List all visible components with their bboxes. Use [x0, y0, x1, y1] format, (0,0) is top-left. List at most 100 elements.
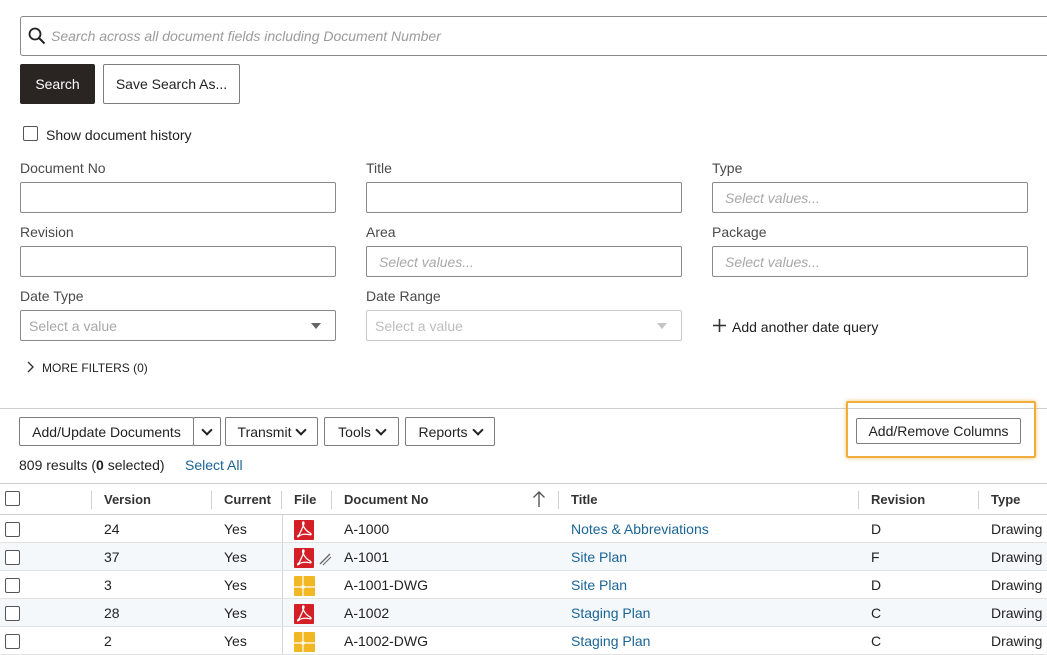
package-placeholder: Select values...	[725, 254, 820, 270]
table-row[interactable]: 28 Yes A-1002 Staging Plan C Drawing	[0, 599, 1047, 627]
type-label: Type	[712, 160, 743, 176]
package-label: Package	[712, 224, 767, 240]
selected-suffix: selected)	[103, 457, 165, 473]
select-all-link[interactable]: Select All	[185, 457, 243, 473]
add-update-dropdown-button[interactable]	[193, 417, 221, 446]
dwg-file-icon[interactable]	[294, 632, 315, 652]
chevron-down-icon	[295, 423, 308, 436]
column-header-file[interactable]: File	[294, 484, 316, 515]
chevron-down-icon	[375, 423, 387, 436]
title-label: Title	[366, 160, 392, 176]
column-header-title[interactable]: Title	[571, 484, 598, 515]
date-range-select[interactable]: Select a value	[366, 310, 682, 341]
pdf-file-icon[interactable]	[294, 520, 314, 540]
add-update-documents-button[interactable]: Add/Update Documents	[19, 417, 194, 446]
cell-version: 24	[104, 521, 120, 537]
pdf-file-icon[interactable]	[294, 604, 314, 624]
column-header-document-no[interactable]: Document No	[344, 484, 429, 515]
cell-current: Yes	[224, 521, 247, 537]
save-search-button[interactable]: Save Search As...	[103, 64, 240, 104]
add-date-query-label: Add another date query	[732, 319, 879, 335]
history-label: Show document history	[46, 127, 192, 143]
cell-revision: F	[871, 549, 880, 565]
more-filters-label: MORE FILTERS (0)	[42, 361, 148, 375]
revision-input[interactable]	[20, 246, 336, 277]
row-checkbox[interactable]	[5, 634, 20, 649]
column-separator	[281, 491, 282, 509]
cell-current: Yes	[224, 549, 247, 565]
cell-document-no: A-1001	[344, 549, 390, 565]
date-type-label: Date Type	[20, 288, 84, 304]
chevron-down-icon	[201, 423, 213, 436]
column-header-current[interactable]: Current	[224, 484, 271, 515]
search-button[interactable]: Search	[20, 64, 95, 104]
dropdown-caret-icon	[657, 323, 667, 329]
search-bar[interactable]	[20, 16, 1047, 56]
cell-type: Drawing	[991, 521, 1043, 537]
transmit-button[interactable]: Transmit	[225, 417, 318, 446]
results-count-suffix: results (	[42, 457, 97, 473]
area-multiselect[interactable]: Select values...	[366, 246, 682, 277]
cell-version: 3	[104, 577, 112, 593]
table-row[interactable]: 2 Yes A-1002-DWG Staging Plan C Drawing	[0, 627, 1047, 655]
chevron-right-icon	[26, 360, 34, 376]
date-type-placeholder: Select a value	[29, 318, 117, 334]
type-placeholder: Select values...	[725, 190, 820, 206]
cell-version: 28	[104, 605, 120, 621]
dwg-file-icon[interactable]	[294, 576, 315, 596]
add-date-query-button[interactable]: Add another date query	[712, 318, 878, 336]
date-range-placeholder: Select a value	[375, 318, 463, 334]
reports-button[interactable]: Reports	[405, 417, 495, 446]
history-checkbox[interactable]	[23, 126, 38, 141]
row-checkbox[interactable]	[5, 550, 20, 565]
table-header: Version Current File Document No Title R…	[0, 483, 1047, 515]
cell-document-no: A-1002	[344, 605, 390, 621]
search-icon	[28, 27, 46, 48]
results-count: 809	[19, 457, 43, 473]
row-checkbox[interactable]	[5, 606, 20, 621]
column-separator	[91, 491, 92, 509]
area-placeholder: Select values...	[379, 254, 474, 270]
search-input[interactable]	[49, 25, 1029, 47]
type-multiselect[interactable]: Select values...	[712, 182, 1028, 213]
column-divider	[282, 515, 283, 542]
results-summary: 809 results (0 selected)	[19, 457, 165, 473]
more-filters-toggle[interactable]: MORE FILTERS (0)	[26, 360, 148, 376]
table-row[interactable]: 24 Yes A-1000 Notes & Abbreviations D Drawing	[0, 515, 1047, 543]
column-header-type[interactable]: Type	[991, 484, 1020, 515]
package-multiselect[interactable]: Select values...	[712, 246, 1028, 277]
column-header-revision[interactable]: Revision	[871, 484, 925, 515]
cell-document-no: A-1002-DWG	[344, 633, 429, 649]
date-type-select[interactable]: Select a value	[20, 310, 336, 341]
cell-type: Drawing	[991, 549, 1043, 565]
cell-revision: D	[871, 521, 882, 537]
sort-ascending-icon[interactable]	[532, 490, 546, 511]
date-range-label: Date Range	[366, 288, 441, 304]
cell-version: 37	[104, 549, 120, 565]
cell-title-link[interactable]: Staging Plan	[571, 599, 650, 627]
cell-revision: D	[871, 577, 882, 593]
add-remove-columns-button[interactable]: Add/Remove Columns	[856, 418, 1021, 444]
column-header-version[interactable]: Version	[104, 484, 151, 515]
row-checkbox[interactable]	[5, 522, 20, 537]
cell-title-link[interactable]: Staging Plan	[571, 627, 650, 655]
document-no-input[interactable]	[20, 182, 336, 213]
column-divider	[282, 543, 283, 570]
table-row[interactable]: 37 Yes A-1001 Site Plan F Drawing	[0, 543, 1047, 571]
row-checkbox[interactable]	[5, 578, 20, 593]
pdf-file-icon[interactable]	[294, 548, 314, 568]
cell-title-link[interactable]: Site Plan	[571, 543, 627, 571]
tools-button[interactable]: Tools	[324, 417, 399, 446]
transmit-label: Transmit	[237, 423, 292, 440]
cell-title-link[interactable]: Notes & Abbreviations	[571, 515, 709, 543]
table-row[interactable]: 3 Yes A-1001-DWG Site Plan D Drawing	[0, 571, 1047, 599]
select-all-checkbox[interactable]	[5, 491, 20, 506]
column-divider	[282, 627, 283, 654]
title-input[interactable]	[366, 182, 682, 213]
column-separator	[858, 491, 859, 509]
cell-title-link[interactable]: Site Plan	[571, 571, 627, 599]
markup-pencil-icon[interactable]	[318, 552, 332, 569]
column-separator	[211, 491, 212, 509]
cell-document-no: A-1000	[344, 521, 390, 537]
area-label: Area	[366, 224, 396, 240]
